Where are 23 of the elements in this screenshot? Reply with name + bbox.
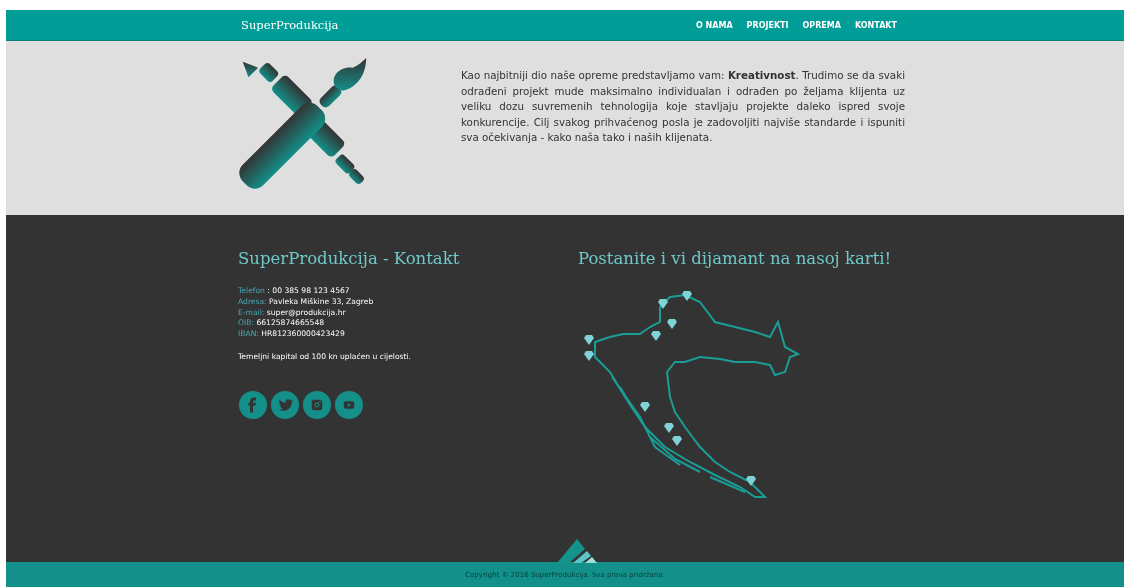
diamond-marker-icon [584, 351, 594, 361]
diamond-marker-icon [658, 299, 668, 309]
map-heading: Postanite i vi dijamant na nasoj karti! [578, 249, 892, 268]
brand-link[interactable]: SuperProdukcija [241, 18, 339, 32]
social-link[interactable] [335, 391, 363, 419]
social-link[interactable] [303, 391, 331, 419]
diamond-marker-icon [651, 331, 661, 341]
nav-link[interactable]: PROJEKTI [746, 20, 789, 30]
nav-link[interactable]: KONTAKT [854, 20, 897, 30]
description-paragraph: Kao najbitniji dio naše opreme predstavljamo vam: Kreativnost. Trudimo se da svaki odrađeni projekt mude maksimalno individualan i odrađen po željama klijenta uz veliku dozu suvremenih tehnologija koje stavljaju projekte daleko ispred svoje konkurencije. Cilj svakog prihvaćenog posla je zadovoljiti najviše standarde i ispuniti sva očekivanja - kako naša tako i naših klijenata. [461, 68, 905, 145]
nav-link[interactable]: OPREMA [802, 20, 841, 30]
social-link[interactable] [271, 391, 299, 419]
diamond-marker-icon [667, 319, 677, 329]
diamond-marker-icon [640, 402, 650, 412]
contact-heading: SuperProdukcija - Kontakt [238, 249, 461, 268]
nav-link[interactable]: O NAMA [696, 20, 733, 30]
diamond-marker-icon [672, 436, 682, 446]
diamond-marker-icon [682, 291, 692, 301]
social-link[interactable] [239, 391, 267, 419]
diamond-marker-icon [584, 335, 594, 345]
bird-icon [276, 396, 294, 414]
diamond-marker-icon [664, 423, 674, 433]
diamond-marker-icon [746, 476, 756, 486]
